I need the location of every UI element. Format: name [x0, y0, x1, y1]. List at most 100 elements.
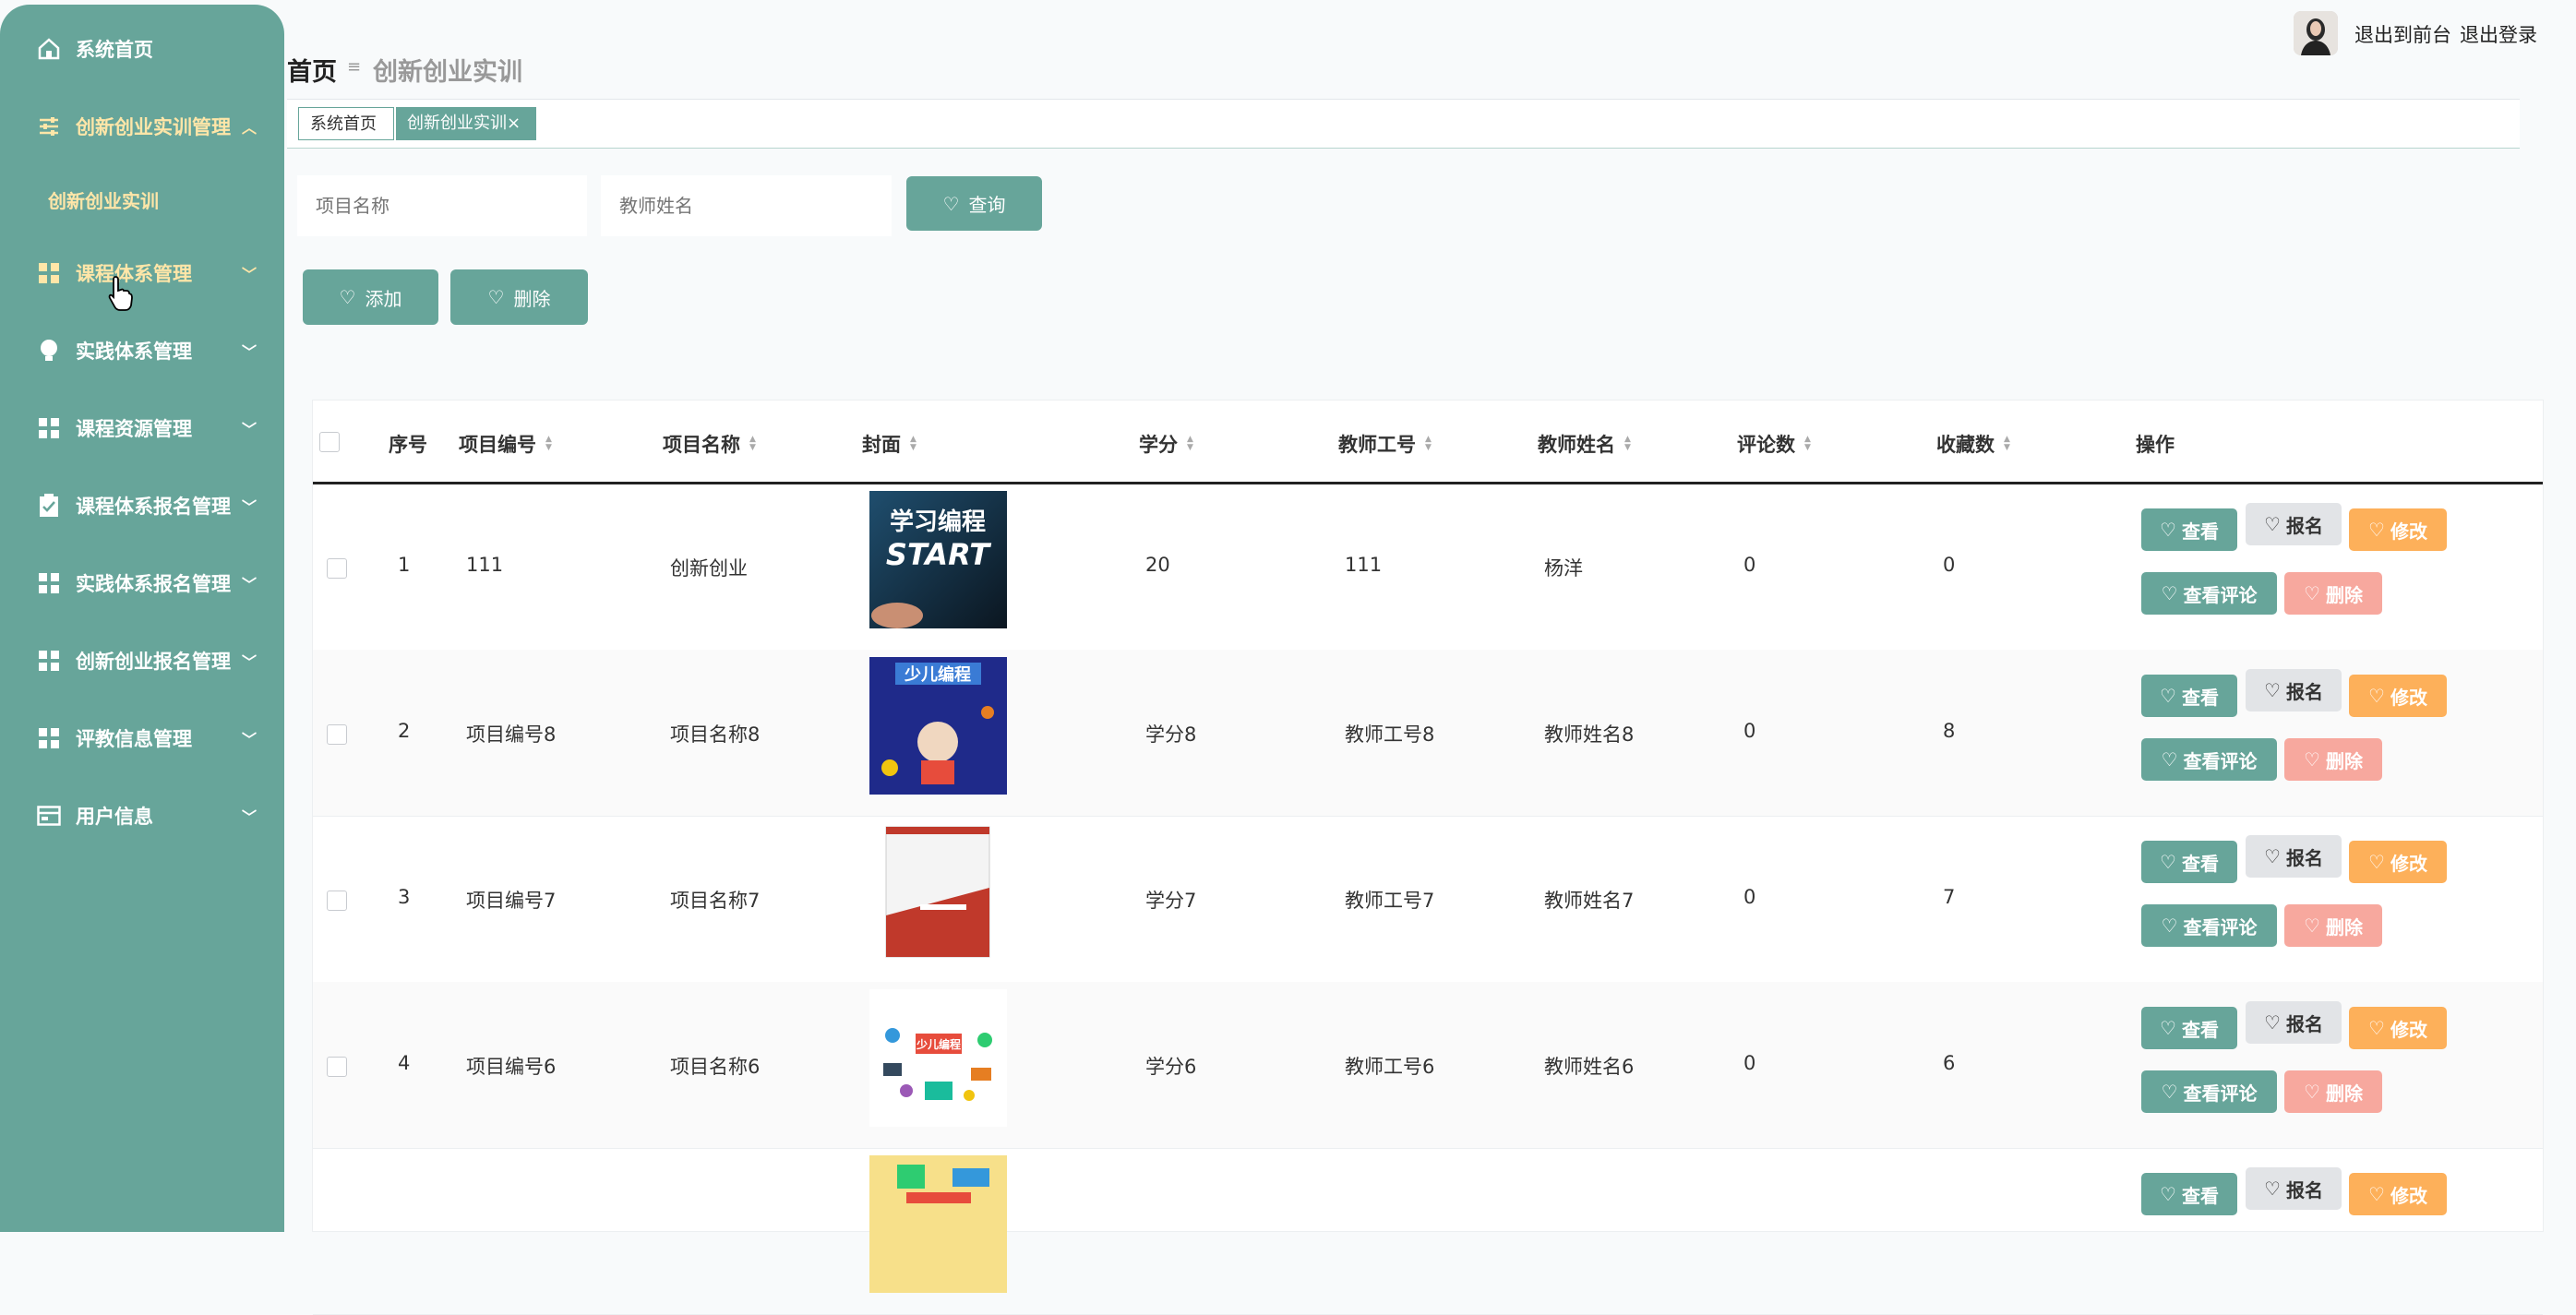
sidebar-item-course-signup[interactable]: 课程体系报名管理 ﹀ [0, 478, 284, 533]
grid-icon [37, 416, 61, 440]
heart-icon: ♡ [2161, 748, 2178, 771]
view-comments-button[interactable]: ♡ 查看评论 [2141, 572, 2277, 615]
query-button[interactable]: ♡ 查询 [906, 176, 1042, 231]
col-header-actions: 操作 [2136, 434, 2175, 456]
batch-delete-button[interactable]: ♡ 删除 [450, 269, 588, 325]
edit-button[interactable]: ♡ 修改 [2349, 1173, 2447, 1215]
cell-teacher_id: 111 [1345, 554, 1383, 576]
heart-icon: ♡ [487, 286, 505, 308]
sidebar-item-course-system[interactable]: 课程体系管理 ﹀ [0, 245, 284, 301]
grid-icon [37, 571, 61, 595]
project-name-input[interactable] [297, 175, 587, 236]
query-label: 查询 [968, 194, 1006, 216]
cover-image: 少儿编程 [869, 657, 1007, 795]
sidebar-item-label: 创新创业报名管理 [76, 651, 231, 673]
sidebar-item-home[interactable]: 系统首页 [0, 21, 284, 77]
delete-button[interactable]: ♡ 删除 [2284, 904, 2382, 947]
sign-up-button[interactable]: ♡ 报名 [2246, 1167, 2342, 1210]
view-button[interactable]: ♡ 查看 [2141, 1007, 2237, 1049]
heart-icon: ♡ [2161, 915, 2178, 937]
sort-icon: ▲ ▼ [1187, 435, 1193, 452]
view-comments-button[interactable]: ♡ 查看评论 [2141, 1070, 2277, 1113]
sidebar-item-evaluation[interactable]: 评教信息管理 ﹀ [0, 711, 284, 766]
sidebar-item-course-resources[interactable]: 课程资源管理 ﹀ [0, 400, 284, 456]
row-checkbox[interactable] [327, 891, 347, 911]
cell-code: 项目编号6 [466, 1056, 557, 1078]
table-row: 1 111 创新创业 20 111 杨洋 0 0 学习编程 START ♡ 查看 ♡ 报名 ♡ 修改 ♡ 查看评论… [313, 484, 2543, 651]
heart-icon: ♡ [942, 192, 960, 215]
edit-button[interactable]: ♡ 修改 [2349, 1007, 2447, 1049]
sort-icon: ▲ ▼ [545, 435, 552, 452]
sidebar-item-innovation[interactable]: 创新创业实训管理 ︿ [0, 99, 284, 154]
sign-up-button-label: 报名 [2285, 1012, 2323, 1035]
cell-no: 1 [398, 554, 411, 576]
col-header-credit[interactable]: 学分 ▲ ▼ [1139, 430, 1193, 458]
col-header-code[interactable]: 项目编号 ▲ ▼ [459, 430, 552, 458]
row-checkbox[interactable] [327, 724, 347, 745]
sidebar-item-practice-system[interactable]: 实践体系管理 ﹀ [0, 323, 284, 378]
edit-button[interactable]: ♡ 修改 [2349, 841, 2447, 883]
chevron-down-icon: ﹀ [242, 576, 258, 593]
chevron-down-icon: ﹀ [242, 731, 258, 748]
table-row: 3 项目编号7 项目名称7 学分7 教师工号7 教师姓名7 0 7 ♡ 查看 ♡ 报名 ♡ 修改 ♡ 查看评论… [313, 816, 2543, 983]
sidebar-item-innovation-signup[interactable]: 创新创业报名管理 ﹀ [0, 633, 284, 688]
col-header-comments[interactable]: 评论数 ▲ ▼ [1737, 430, 1811, 458]
logout-link[interactable]: 退出登录 [2460, 20, 2537, 48]
cell-code: 项目编号8 [466, 723, 557, 746]
sidebar-item-label: 实践体系管理 [76, 341, 192, 363]
sidebar-item-practice-signup[interactable]: 实践体系报名管理 ﹀ [0, 556, 284, 611]
cell-name: 创新创业 [670, 557, 748, 580]
view-button[interactable]: ♡ 查看 [2141, 1173, 2237, 1215]
edit-button-label: 修改 [2390, 1184, 2427, 1207]
cell-comments: 0 [1743, 886, 1756, 908]
sidebar-item-user-info[interactable]: 用户信息 ﹀ [0, 788, 284, 843]
delete-button[interactable]: ♡ 删除 [2284, 572, 2382, 615]
tab-innovation-training[interactable]: 创新创业实训× [396, 107, 536, 140]
cell-teacher: 教师姓名7 [1544, 890, 1635, 912]
col-header-cover[interactable]: 封面 ▲ ▼ [862, 430, 917, 458]
heart-icon: ♡ [2304, 1081, 2320, 1103]
col-header-teacher-name[interactable]: 教师姓名 ▲ ▼ [1538, 430, 1631, 458]
submenu-item-innovation-training[interactable]: 创新创业实训 [48, 186, 159, 213]
avatar[interactable] [2294, 11, 2338, 55]
view-button-label: 查看 [2181, 1018, 2219, 1041]
heart-icon: ♡ [2160, 851, 2176, 873]
tab-home[interactable]: 系统首页 [298, 107, 394, 140]
add-button[interactable]: ♡ 添加 [303, 269, 438, 325]
cell-comments: 0 [1743, 720, 1756, 742]
teacher-name-input[interactable] [601, 175, 892, 236]
delete-button[interactable]: ♡ 删除 [2284, 738, 2382, 781]
row-checkbox[interactable] [327, 558, 347, 579]
heart-icon: ♡ [2264, 845, 2281, 867]
exit-to-frontend-link[interactable]: 退出到前台 [2354, 20, 2451, 48]
sign-up-button[interactable]: ♡ 报名 [2246, 1001, 2342, 1044]
breadcrumb-home[interactable]: 首页 [287, 52, 337, 88]
sign-up-button-label: 报名 [2285, 1178, 2323, 1201]
col-header-name[interactable]: 项目名称 ▲ ▼ [663, 430, 756, 458]
heart-icon: ♡ [2368, 1183, 2385, 1205]
sign-up-button[interactable]: ♡ 报名 [2246, 503, 2342, 545]
sign-up-button-label: 报名 [2285, 680, 2323, 703]
view-comments-button[interactable]: ♡ 查看评论 [2141, 738, 2277, 781]
edit-button[interactable]: ♡ 修改 [2349, 675, 2447, 717]
view-comments-button-label: 查看评论 [2183, 1082, 2258, 1105]
edit-button[interactable]: ♡ 修改 [2349, 508, 2447, 551]
select-all-checkbox[interactable] [319, 432, 340, 452]
heart-icon: ♡ [2160, 519, 2176, 541]
clipboard-icon [37, 494, 61, 518]
sign-up-button[interactable]: ♡ 报名 [2246, 669, 2342, 711]
view-button[interactable]: ♡ 查看 [2141, 508, 2237, 551]
delete-button[interactable]: ♡ 删除 [2284, 1070, 2382, 1113]
view-comments-button-label: 查看评论 [2183, 915, 2258, 938]
view-comments-button[interactable]: ♡ 查看评论 [2141, 904, 2277, 947]
sidebar-item-label: 用户信息 [76, 806, 153, 828]
sign-up-button[interactable]: ♡ 报名 [2246, 835, 2342, 878]
row-checkbox[interactable] [327, 1057, 347, 1077]
col-header-favorites[interactable]: 收藏数 ▲ ▼ [1936, 430, 2010, 458]
col-header-teacher-id[interactable]: 教师工号 ▲ ▼ [1338, 430, 1432, 458]
sort-icon: ▲ ▼ [1624, 435, 1631, 452]
view-button[interactable]: ♡ 查看 [2141, 841, 2237, 883]
cell-code: 111 [466, 554, 504, 576]
table-row: 4 项目编号6 项目名称6 学分6 教师工号6 教师姓名6 0 6 少儿编程 ♡ 查看 ♡ 报名 ♡ 修改 ♡… [313, 982, 2543, 1149]
view-button[interactable]: ♡ 查看 [2141, 675, 2237, 717]
